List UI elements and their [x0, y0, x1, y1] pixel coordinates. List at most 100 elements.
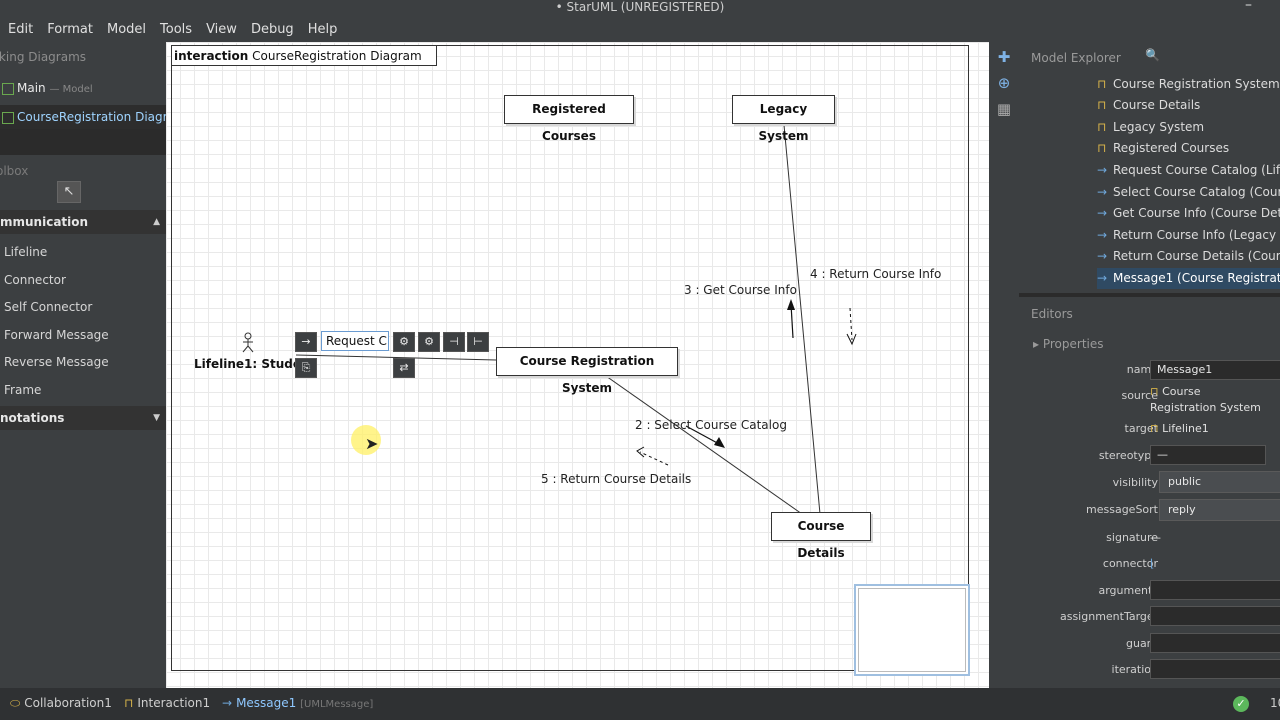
interaction-icon: ⊓ [124, 696, 134, 710]
prop-visibility-label: visibility [1112, 476, 1158, 489]
prop-target-value[interactable]: ⊓ Lifeline1 [1150, 422, 1209, 435]
message-label-3[interactable]: 3 : Get Course Info [684, 283, 797, 297]
lifeline-legacy-system[interactable]: Legacy System [732, 95, 835, 143]
lifeline-icon: ⊓ [1150, 385, 1159, 398]
left-sidebar: rking Diagrams Main — Model CourseRegist… [0, 42, 166, 688]
message-label-5[interactable]: 5 : Return Course Details [541, 472, 691, 486]
statusbar-collaboration[interactable]: ⬭ Collaboration1 [4, 693, 118, 713]
lifeline-icon: ⊓ [1150, 422, 1159, 435]
message-arrow-icon: → [1097, 206, 1108, 220]
menu-debug[interactable]: Debug [251, 22, 294, 37]
prop-visibility-select[interactable]: public [1159, 471, 1280, 493]
minimize-button[interactable]: – [1245, 0, 1252, 12]
menu-edit[interactable]: Edit [8, 22, 33, 37]
message-name-input[interactable]: Request C [321, 331, 389, 351]
prop-assignmenttarget-input[interactable] [1150, 606, 1280, 626]
tool-frame[interactable]: Frame [4, 383, 41, 397]
zoom-level[interactable]: 10 [1270, 696, 1280, 710]
add-signal-button[interactable]: ⊢ [467, 332, 489, 352]
prop-stereotype-input[interactable]: — [1150, 445, 1266, 465]
add-reply-button[interactable]: ⊣ [443, 332, 465, 352]
communication-label: mmunication [0, 215, 89, 229]
menu-view[interactable]: View [206, 22, 237, 37]
tree-item-lifeline[interactable]: ⊓ Registered Courses [1097, 138, 1280, 159]
tree-item-message[interactable]: → Request Course Catalog (Lifeline [1097, 160, 1280, 181]
side-tool-strip: ✚ ⊕ ▦ [989, 42, 1019, 688]
add-operation-button[interactable]: ⚙ [393, 332, 415, 352]
collaboration-icon: ⬭ [10, 696, 21, 710]
tree-item-message[interactable]: → Get Course Info (Course Details [1097, 203, 1280, 224]
properties-section[interactable]: ▸ Properties [1033, 337, 1104, 351]
diagram-canvas[interactable]: interaction CourseRegistration Diagram R… [166, 42, 989, 688]
menu-tools[interactable]: Tools [160, 22, 192, 37]
properties-label: Properties [1042, 337, 1104, 351]
lifeline-course-details[interactable]: Course Details [771, 512, 871, 560]
tool-forward-message[interactable]: Forward Message [4, 328, 109, 342]
navigator-icon[interactable]: ⊕ [994, 73, 1014, 93]
lifeline-course-registration-system[interactable]: Course Registration System [496, 347, 678, 395]
tree-item-lifeline[interactable]: ⊓ Course Details [1097, 95, 1280, 116]
toolbox-group-communication[interactable]: mmunication ▲ [0, 210, 166, 234]
prop-messagesort-select[interactable]: reply [1159, 499, 1280, 521]
add-forward-message-button[interactable]: → [295, 332, 317, 352]
tree-item-label: Select Course Catalog (Course R [1113, 185, 1280, 199]
menu-model[interactable]: Model [107, 22, 146, 37]
statusbar-message[interactable]: → Message1 [UMLMessage] [216, 693, 379, 713]
expand-down-icon: ▼ [153, 413, 160, 423]
tree-item-message[interactable]: → Select Course Catalog (Course R [1097, 182, 1280, 203]
menu-format[interactable]: Format [47, 22, 93, 37]
diagram-icon [2, 111, 14, 124]
prop-arguments-input[interactable] [1150, 580, 1280, 600]
mouse-pointer-icon: ➤ [365, 434, 379, 453]
annotations-label: notations [0, 411, 65, 425]
lifeline-student-label[interactable]: Lifeline1: Studer [194, 357, 307, 371]
title-bar: • StarUML (UNREGISTERED) – [0, 0, 1280, 16]
tool-self-connector[interactable]: Self Connector [4, 300, 92, 314]
message-sort-button[interactable]: ⎘ [295, 358, 317, 378]
tree-item-label: Registered Courses [1113, 141, 1230, 155]
tree-item-lifeline[interactable]: ⊓ Course Registration System [1097, 74, 1280, 95]
message-label-4[interactable]: 4 : Return Course Info [810, 267, 941, 281]
menu-help[interactable]: Help [308, 22, 338, 37]
tree-item-label: Return Course Details (Course D [1113, 249, 1280, 263]
message-arrow-icon: → [1097, 271, 1108, 285]
prop-iteration-input[interactable] [1150, 659, 1280, 679]
prop-guard-input[interactable] [1150, 633, 1280, 653]
prop-messagesort-label: messageSort [1086, 503, 1158, 516]
message-arrow-icon: → [1097, 163, 1108, 177]
message-label-2[interactable]: 2 : Select Course Catalog [635, 418, 787, 432]
prop-source-value[interactable]: ⊓ Course [1150, 385, 1201, 398]
layout-grid-icon[interactable]: ▦ [994, 99, 1014, 119]
connector-icon[interactable]: ⌊ [1150, 557, 1154, 570]
prop-signature-value[interactable]: — [1150, 531, 1161, 544]
working-diagram-main[interactable]: Main — Model [0, 76, 166, 100]
extensions-puzzle-icon[interactable]: ✚ [994, 47, 1014, 67]
prop-source-line2: Registration System [1150, 401, 1261, 414]
prop-target-text: Lifeline1 [1162, 422, 1209, 435]
panel-divider[interactable] [1019, 293, 1280, 297]
diagram-cr-label: CourseRegistration Diagram [17, 110, 166, 124]
editors-header: Editors [1031, 307, 1073, 321]
reverse-direction-button[interactable]: ⇄ [393, 358, 415, 378]
statusbar-interaction[interactable]: ⊓ Interaction1 [118, 693, 216, 713]
frame-label: interaction CourseRegistration Diagram [172, 46, 437, 66]
tree-item-label: Get Course Info (Course Details [1113, 206, 1280, 220]
tree-item-message[interactable]: → Return Course Details (Course D [1097, 246, 1280, 267]
tree-item-lifeline[interactable]: ⊓ Legacy System [1097, 117, 1280, 138]
sidebar-separator [0, 129, 166, 155]
prop-name-input[interactable]: Message1 [1150, 360, 1280, 380]
search-icon[interactable]: 🔍 [1145, 48, 1160, 62]
toolbox-header: olbox [0, 164, 29, 178]
add-operations-button[interactable]: ⚙ [418, 332, 440, 352]
tool-lifeline[interactable]: Lifeline [4, 245, 47, 259]
select-cursor-icon[interactable]: ↖ [57, 181, 81, 203]
tree-item-message-selected[interactable]: → Message1 (Course Registration [1097, 268, 1280, 289]
working-diagram-courseregistration[interactable]: CourseRegistration Diagram [0, 105, 166, 129]
diagram-minimap[interactable] [854, 584, 970, 676]
tree-item-message[interactable]: → Return Course Info (Legacy Syst [1097, 225, 1280, 246]
toolbox-group-annotations[interactable]: notations ▼ [0, 406, 166, 430]
validation-ok-icon[interactable]: ✓ [1233, 696, 1249, 712]
tool-connector[interactable]: Connector [4, 273, 66, 287]
lifeline-registered-courses[interactable]: Registered Courses [504, 95, 634, 143]
tool-reverse-message[interactable]: Reverse Message [4, 355, 109, 369]
